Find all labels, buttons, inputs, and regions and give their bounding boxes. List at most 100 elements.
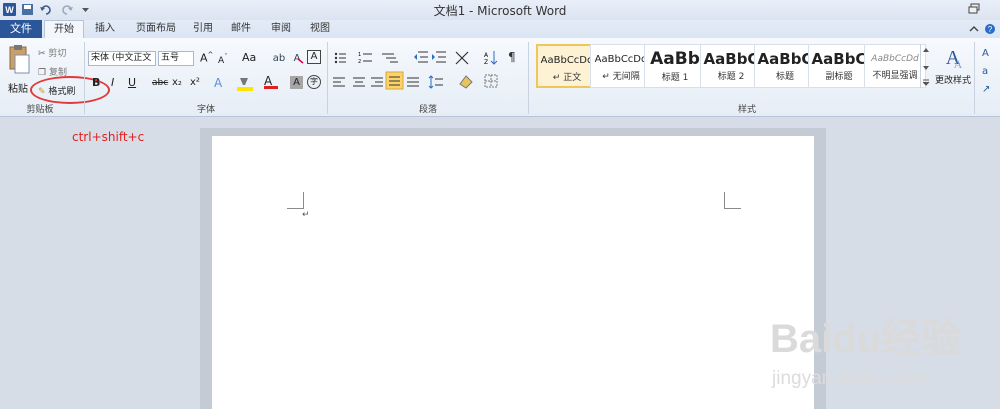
superscript-button[interactable]: x² [190, 77, 200, 88]
svg-text:1: 1 [358, 52, 361, 58]
svg-text:Z: Z [484, 59, 488, 66]
svg-text:W: W [5, 5, 14, 15]
group-divider [327, 42, 328, 114]
highlight-icon[interactable] [236, 76, 254, 92]
grow-font-button[interactable]: A^ [200, 51, 213, 65]
margin-corner-top-right [724, 192, 741, 209]
svg-text:2: 2 [358, 59, 361, 65]
group-divider [84, 42, 85, 114]
svg-text:¶: ¶ [508, 50, 516, 64]
paste-icon [9, 45, 30, 74]
paragraph-mark: ↵ [302, 210, 310, 220]
styles-group-label: 样式 [737, 105, 756, 115]
document-page[interactable] [212, 136, 814, 409]
svg-text:ab: ab [273, 53, 285, 64]
style-title[interactable]: AaBbC 标题 [754, 44, 816, 88]
subscript-button[interactable]: x₂ [172, 77, 182, 88]
paste-button[interactable]: 粘贴 [4, 42, 32, 95]
shrink-font-button[interactable]: Aˇ [218, 53, 228, 66]
style-heading-1[interactable]: AaBb 标题 1 [644, 44, 706, 88]
redo-icon[interactable] [60, 2, 75, 17]
styles-scroll[interactable] [920, 44, 931, 88]
phonetic-guide-icon[interactable]: ab [272, 50, 286, 64]
align-left-icon [333, 77, 345, 87]
svg-text:↗: ↗ [982, 84, 990, 95]
tab-review[interactable]: 审阅 [264, 20, 298, 38]
tab-mailings[interactable]: 邮件 [224, 20, 258, 38]
collapse-ribbon-icon[interactable] [968, 24, 980, 34]
tab-page-layout[interactable]: 页面布局 [128, 20, 184, 38]
scissors-icon: ✂ [38, 49, 46, 59]
help-icon[interactable]: ? [984, 23, 996, 35]
change-styles-button[interactable]: AA 更改样式 [934, 42, 972, 98]
svg-text:A: A [982, 48, 989, 59]
clipboard-group-label: 剪贴板 [26, 105, 54, 115]
char-shading-button[interactable]: A [290, 76, 303, 89]
word-logo-icon[interactable]: W [2, 2, 17, 17]
style-normal[interactable]: AaBbCcDd ↵ 正文 [536, 44, 598, 88]
svg-text:A: A [954, 57, 963, 70]
svg-text:?: ? [988, 25, 993, 34]
font-name-dropdown[interactable]: 宋体 (中文正文 [88, 51, 156, 66]
paste-label: 粘贴 [8, 84, 28, 95]
change-case-button[interactable]: Aa [242, 51, 256, 64]
tab-insert[interactable]: 插入 [88, 20, 122, 38]
svg-text:A: A [484, 52, 489, 59]
font-color-button[interactable]: A [264, 74, 278, 89]
align-center-icon [353, 77, 365, 87]
shading-icon [459, 75, 473, 89]
cut-button[interactable]: ✂ 剪切 [38, 46, 66, 59]
font-size-dropdown[interactable]: 五号 [158, 51, 194, 66]
editing-group[interactable]: Aa ↗ [980, 44, 1000, 104]
tab-view[interactable]: 视图 [303, 20, 337, 38]
undo-icon[interactable] [38, 2, 53, 17]
shortcut-annotation: ctrl+shift+c [72, 130, 145, 144]
underline-button[interactable]: U [128, 76, 136, 89]
text-effects-icon[interactable]: A [214, 76, 222, 90]
paragraph-controls: 12 AZ ¶ [332, 48, 522, 96]
watermark-url: jingyan.baidu.com [771, 368, 925, 389]
show-marks-icon: ¶ [508, 50, 516, 64]
tab-home[interactable]: 开始 [44, 20, 84, 38]
bullets-icon [334, 52, 346, 64]
svg-text:a: a [982, 66, 988, 77]
italic-button[interactable]: I [111, 76, 114, 89]
svg-text:A: A [294, 53, 301, 64]
change-styles-icon: AA [946, 47, 963, 71]
style-no-spacing[interactable]: AaBbCcDd ↵ 无间隔 [590, 44, 652, 88]
multilevel-icon [382, 53, 398, 63]
watermark-brand: Baidu经验 [770, 317, 960, 361]
justify-icon [385, 71, 404, 90]
strikethrough-button[interactable]: abc [152, 78, 168, 88]
group-divider [974, 42, 975, 114]
cut-label: 剪切 [48, 49, 67, 59]
enclose-char-button[interactable]: 字 [307, 75, 321, 89]
margin-corner-top-left [287, 192, 304, 209]
copy-icon: ❐ [38, 68, 47, 78]
increase-indent-icon [432, 51, 446, 63]
style-subtitle[interactable]: AaBbC 副标题 [808, 44, 870, 88]
clear-formatting-icon[interactable]: A [290, 50, 304, 64]
restore-icon[interactable] [968, 3, 982, 15]
tab-file[interactable]: 文件 [0, 20, 42, 38]
line-spacing-icon [428, 75, 443, 89]
borders-icon [484, 74, 498, 88]
save-icon[interactable] [20, 2, 35, 17]
numbering-icon: 12 [358, 52, 372, 65]
customize-icon[interactable] [78, 2, 93, 17]
font-group-label: 字体 [196, 105, 215, 115]
style-heading-2[interactable]: AaBbC 标题 2 [700, 44, 762, 88]
decrease-indent-icon [414, 51, 428, 63]
char-border-button[interactable]: A [307, 50, 321, 64]
sort-icon: AZ [484, 51, 498, 66]
chinese-layout-icon [455, 51, 469, 65]
tab-references[interactable]: 引用 [186, 20, 220, 38]
paragraph-group-label: 段落 [418, 105, 437, 115]
align-right-icon [371, 77, 383, 87]
window-title: 文档1 - Microsoft Word [433, 4, 567, 18]
bold-button[interactable]: B [92, 76, 100, 89]
group-divider [528, 42, 529, 114]
distributed-icon [407, 77, 419, 87]
style-subtle-emphasis[interactable]: AaBbCcDd 不明显强调 [864, 44, 926, 88]
watermark: Baidu经验 jingyan.baidu.com [770, 300, 961, 390]
